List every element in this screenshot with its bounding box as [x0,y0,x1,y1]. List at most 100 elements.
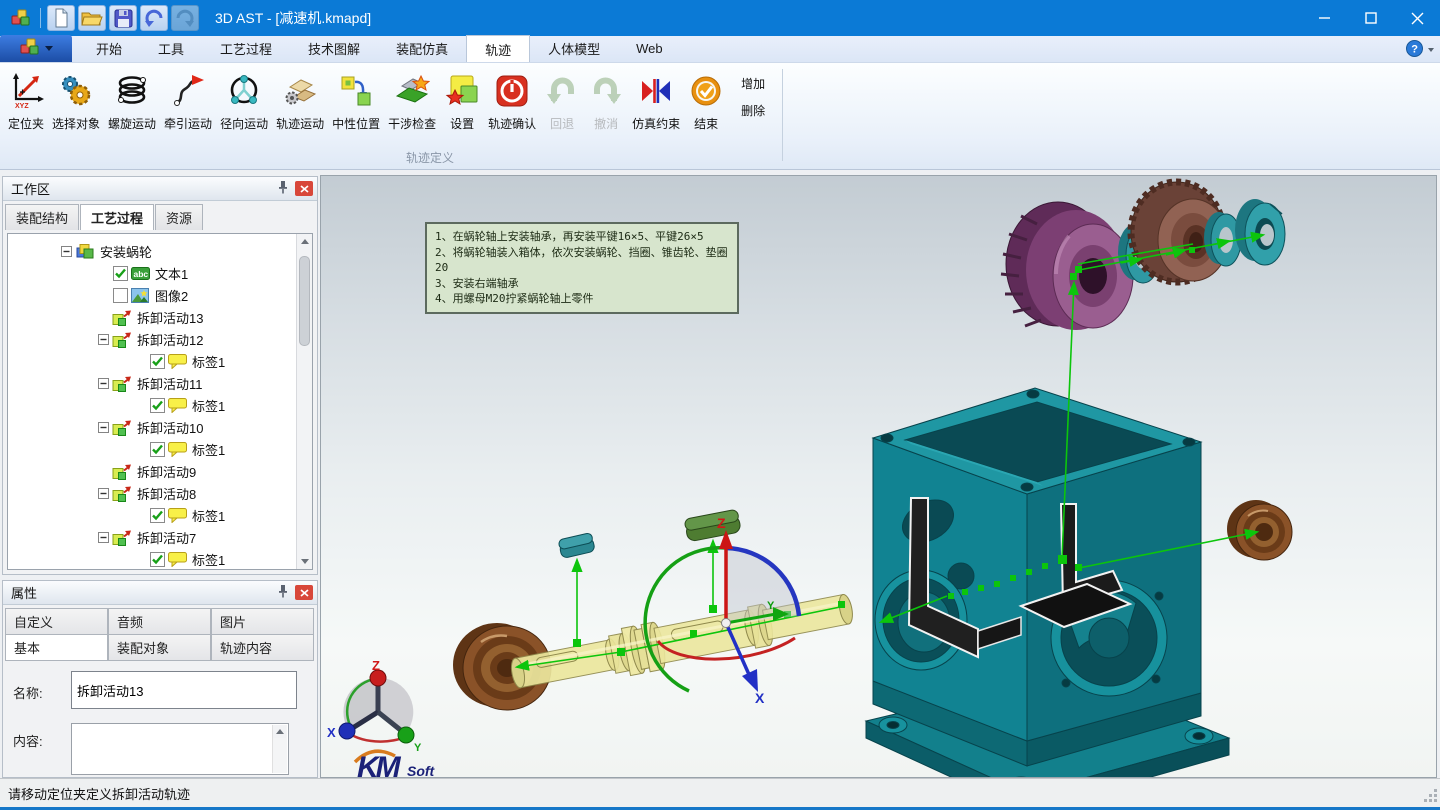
maximize-button[interactable] [1348,0,1394,36]
checkbox-checked[interactable] [111,266,129,281]
checkbox-checked[interactable] [148,508,166,523]
tree-item-标签1[interactable]: 标签1 [8,350,312,372]
checkbox-unchecked[interactable] [111,288,129,303]
name-input[interactable] [71,671,297,709]
ribbon-button-增加[interactable]: 增加 [736,73,770,94]
axis-x-label: X [755,690,765,706]
chevron-down-icon[interactable] [1428,48,1434,52]
checkbox-checked[interactable] [148,398,166,413]
scrollbar-thumb[interactable] [299,256,310,346]
new-document-button[interactable] [47,5,75,31]
checkbox-checked[interactable] [148,442,166,457]
ribbon-tab-工具[interactable]: 工具 [140,35,202,62]
ribbon-button-删除[interactable]: 删除 [736,100,770,121]
expander-minus-icon[interactable] [95,422,111,433]
expander-minus-icon[interactable] [95,334,111,345]
save-button[interactable] [109,5,137,31]
activity-icon [111,309,133,326]
resize-grip[interactable] [1423,788,1437,802]
flat-key-large [684,509,741,542]
open-file-button[interactable] [78,5,106,31]
retaining-ring [1204,212,1241,266]
ribbon-tab-开始[interactable]: 开始 [78,35,140,62]
tree-item-拆卸活动11[interactable]: 拆卸活动11 [8,372,312,394]
workspace-tab-资源[interactable]: 资源 [155,204,203,230]
ribbon-button-设置[interactable]: 设置 [440,67,484,134]
ribbon-button-径向运动[interactable]: 径向运动 [216,67,272,134]
tag-icon [166,397,188,413]
path-flag-icon [170,69,206,113]
content-textarea[interactable] [71,723,289,775]
tree-item-标签1[interactable]: 标签1 [8,438,312,460]
redo-arrow-icon [588,69,624,113]
ribbon-button-仿真约束[interactable]: 仿真约束 [628,67,684,134]
tree-item-label: 标签1 [192,506,225,525]
ribbon-tab-人体模型[interactable]: 人体模型 [530,35,618,62]
ribbon-button-轨迹确认[interactable]: 轨迹确认 [484,67,540,134]
ribbon-button-螺旋运动[interactable]: 螺旋运动 [104,67,160,134]
ribbon-button-牵引运动[interactable]: 牵引运动 [160,67,216,134]
activity-icon [111,485,133,502]
tree-item-图像2[interactable]: 图像2 [8,284,312,306]
ribbon-tab-轨迹[interactable]: 轨迹 [466,35,530,62]
application-menu-button[interactable] [0,35,72,62]
expander-minus-icon[interactable] [58,246,74,257]
viewport-3d[interactable]: Z X Y Z X Y KM Soft 1、在蜗轮轴上安装轴承，再安装平键1 [320,175,1437,778]
tree-item-标签1[interactable]: 标签1 [8,394,312,416]
checkbox-checked[interactable] [148,552,166,567]
process-icon [74,243,96,260]
neutral-squares-icon [338,69,374,113]
ribbon-button-结束[interactable]: 结束 [684,67,728,134]
pin-icon[interactable] [277,180,289,197]
checkbox-checked[interactable] [148,354,166,369]
expander-minus-icon[interactable] [95,532,111,543]
tree-item-标签1[interactable]: 标签1 [8,504,312,526]
tree-item-拆卸活动12[interactable]: 拆卸活动12 [8,328,312,350]
ribbon-tab-Web[interactable]: Web [618,35,681,62]
ribbon-button-轨迹运动[interactable]: 轨迹运动 [272,67,328,134]
close-panel-button[interactable] [295,585,313,600]
ribbon-button-中性位置[interactable]: 中性位置 [328,67,384,134]
tree-item-拆卸活动8[interactable]: 拆卸活动8 [8,482,312,504]
tree-item-拆卸活动13[interactable]: 拆卸活动13 [8,306,312,328]
close-button[interactable] [1394,0,1440,36]
workspace-tab-工艺过程[interactable]: 工艺过程 [80,204,154,230]
scroll-down-button[interactable] [297,554,312,569]
text-icon: abc [129,266,151,281]
workspace-tab-装配结构[interactable]: 装配结构 [5,204,79,230]
tree-item-拆卸活动7[interactable]: 拆卸活动7 [8,526,312,548]
tree-item-拆卸活动9[interactable]: 拆卸活动9 [8,460,312,482]
locator-manipulator[interactable]: Z X Y [645,515,799,706]
tree-scrollbar[interactable] [296,234,312,569]
properties-tab-装配对象[interactable]: 装配对象 [108,634,211,661]
tree-item-拆卸活动10[interactable]: 拆卸活动10 [8,416,312,438]
minimize-button[interactable] [1302,0,1348,36]
expander-minus-icon[interactable] [95,488,111,499]
ribbon-button-label: 牵引运动 [164,115,212,132]
logo-sub-text: Soft [407,763,436,778]
properties-tab-图片[interactable]: 图片 [211,608,314,635]
ribbon-tab-工艺过程[interactable]: 工艺过程 [202,35,290,62]
properties-tab-轨迹内容[interactable]: 轨迹内容 [211,634,314,661]
help-icon[interactable]: ? [1406,40,1423,60]
ribbon-tab-技术图解[interactable]: 技术图解 [290,35,378,62]
pin-icon[interactable] [277,584,289,601]
ribbon-button-label: 撤消 [594,115,618,132]
ribbon-button-干涉检查[interactable]: 干涉检查 [384,67,440,134]
ribbon-button-定位夹[interactable]: XYZ定位夹 [4,67,48,134]
properties-tab-音频[interactable]: 音频 [108,608,211,635]
close-panel-button[interactable] [295,181,313,196]
properties-tab-基本[interactable]: 基本 [5,634,108,661]
expander-minus-icon[interactable] [95,378,111,389]
ribbon-button-选择对象[interactable]: 选择对象 [48,67,104,134]
properties-tab-自定义[interactable]: 自定义 [5,608,108,635]
scroll-up-button[interactable] [273,725,286,738]
tree-item-标签1[interactable]: 标签1 [8,548,312,570]
tree-item-文本1[interactable]: abc文本1 [8,262,312,284]
redo-button[interactable] [171,5,199,31]
ribbon-button-label: 设置 [450,115,474,132]
tree-item-安装蜗轮[interactable]: 安装蜗轮 [8,240,312,262]
ribbon-tab-装配仿真[interactable]: 装配仿真 [378,35,466,62]
scroll-up-button[interactable] [297,234,312,249]
undo-button[interactable] [140,5,168,31]
